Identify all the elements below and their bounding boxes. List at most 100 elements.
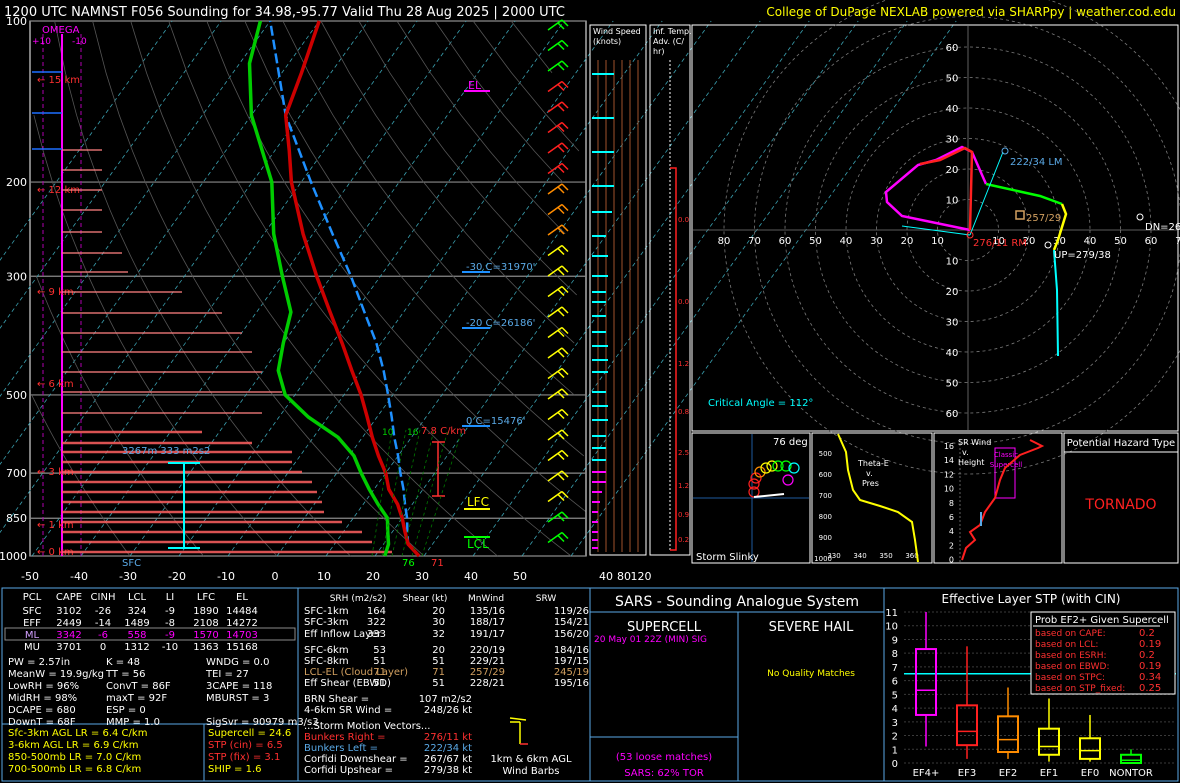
dry-adiabat: [33, 115, 278, 557]
motion-label: Bunkers Left =: [304, 743, 378, 754]
stp-y-tick: 11: [885, 608, 898, 619]
thermo-cell: 0: [100, 642, 106, 653]
wind-barb-flag: [561, 511, 569, 519]
wind-barb-flag: [557, 534, 565, 543]
adv-value: 1.2: [678, 482, 689, 490]
thermo-cell: -14: [95, 618, 111, 629]
thermo-cell: 14272: [226, 618, 258, 629]
hodo-y-label: 50: [946, 74, 959, 85]
kin-shear: 20: [432, 645, 445, 656]
adv-title-2: Adv. (C/: [653, 37, 684, 46]
lapse-rate: 850-500mb LR = 7.0 C/km: [8, 752, 141, 763]
temp-tick: 40: [464, 570, 478, 583]
stp-box: [915, 648, 937, 716]
isotherm-label: -30 C=31970': [466, 262, 535, 273]
theta-y-tick: 800: [819, 513, 832, 521]
hodo-y-label: 20: [946, 165, 959, 176]
pressure-tick: 850: [6, 512, 27, 525]
kin-shear: 20: [432, 606, 445, 617]
thermo-index: DownT = 68F: [8, 717, 76, 728]
adv-value: 0.8: [678, 408, 689, 416]
sfc-temp-label: 76: [402, 558, 415, 569]
kin-mnwind: 135/16: [470, 606, 505, 617]
wind-barb-flag: [557, 227, 565, 235]
thermo-cell: 324: [127, 606, 146, 617]
dry-adiabat: [396, 20, 566, 235]
omega-title: OMEGA: [42, 25, 80, 36]
theta-y-tick: 500: [819, 450, 832, 458]
sfc-td-label: 71: [431, 558, 444, 569]
stp-box: [1120, 753, 1142, 764]
wind-barb-flag: [561, 224, 569, 232]
kin-srh: 51: [373, 678, 386, 689]
hodo-mean-marker: [1015, 210, 1025, 220]
theta-e-profile: [837, 433, 919, 563]
kin-shear: 32: [432, 629, 445, 640]
kin-shear: 51: [432, 678, 445, 689]
hodo-x-label: 50: [809, 236, 822, 247]
sounding-figure: 1200 UTC NAMNST F056 Sounding for 34.98,…: [0, 0, 1180, 782]
temp-tick: -20: [168, 570, 186, 583]
wind-barb-flag: [561, 162, 569, 171]
stp-y-tick: 3: [892, 718, 898, 729]
thermo-cell: MU: [24, 642, 40, 653]
thermo-cell: -9: [165, 606, 175, 617]
sr-y-tick: 0: [949, 556, 954, 565]
thermo-index: LowRH = 96%: [8, 681, 79, 692]
temp-tick: 10: [317, 570, 331, 583]
wind-barb-flag: [557, 42, 565, 51]
kin-shear: 51: [432, 656, 445, 667]
ws-tick: 80: [617, 570, 631, 583]
adv-title-1: Inf. Temp.: [653, 27, 692, 36]
prob-row-value: 0.19: [1139, 639, 1161, 650]
hodo-mean-label: 257/29: [1026, 213, 1061, 224]
motion-value: 222/34 kt: [424, 743, 472, 754]
kin-header: SRH (m2/s2): [330, 594, 387, 604]
thermo-header: PCL: [23, 592, 42, 603]
kin-header: Shear (kt): [403, 594, 448, 604]
sr-y-tick: 16: [944, 442, 954, 451]
wind-barb-flag: [557, 411, 565, 420]
sr-title-2: v.: [962, 448, 969, 457]
wind-barb-flag: [557, 370, 565, 379]
pressure-tick: 500: [6, 389, 27, 402]
thermo-index: MeanW = 19.9g/kg: [8, 669, 104, 680]
hazard-panel: Potential Hazard Type TORNADO: [1063, 432, 1179, 564]
hodo-y-label: 40: [946, 104, 959, 115]
sars-tor: SARS: 62% TOR: [624, 768, 704, 779]
hodo-y-label: 60: [946, 409, 959, 420]
hodo-x-label: 20: [901, 236, 914, 247]
thermo-cell: -9: [165, 630, 175, 641]
composite-index: Supercell = 24.6: [208, 728, 291, 739]
sr-y-tick: 2: [949, 541, 954, 550]
sfc-label: SFC: [122, 558, 141, 569]
motion-label: Corfidi Upshear =: [304, 765, 393, 776]
wind-barb-flag: [561, 367, 569, 376]
sr-y-tick: 4: [949, 527, 954, 536]
kin-shear: 71: [432, 667, 445, 678]
omega-left-label: +10: [32, 37, 51, 47]
theta-title-3: Pres: [862, 479, 879, 488]
hodo-y-label: 10: [946, 196, 959, 207]
kin-srh: 333: [367, 629, 386, 640]
hodo-lm-label: 222/34 LM: [1010, 157, 1063, 168]
thermo-cell: 3342: [56, 630, 81, 641]
hodo-dn-marker: [1136, 213, 1144, 221]
wind-barb-flag: [561, 408, 569, 417]
temp-advection-panel: Inf. Temp. Adv. (C/ hr) 0.0 0.0 1.2 0.8 2.5 1…: [649, 24, 692, 556]
prob-row-value: 0.19: [1139, 661, 1161, 672]
thermo-header: LCL: [128, 592, 147, 603]
thermo-header: LI: [166, 592, 175, 603]
thermo-index: SigSvr = 90979 m3/s3: [206, 717, 319, 728]
composite-index: STP (fix) = 3.1: [208, 752, 280, 763]
kin-header: SRW: [536, 594, 557, 604]
wind-barb-flag: [557, 288, 565, 297]
thermo-cell: EFF: [23, 618, 41, 629]
temp-tick: -40: [70, 570, 88, 583]
hodo-y-label: 30: [946, 318, 959, 329]
height-label: ← 6 km: [37, 379, 74, 390]
thermo-index: TEI = 27: [205, 669, 249, 680]
thermo-cell: 2108: [193, 618, 218, 629]
thermo-cell: ML: [25, 630, 40, 641]
hodo-x-label: 10: [931, 236, 944, 247]
